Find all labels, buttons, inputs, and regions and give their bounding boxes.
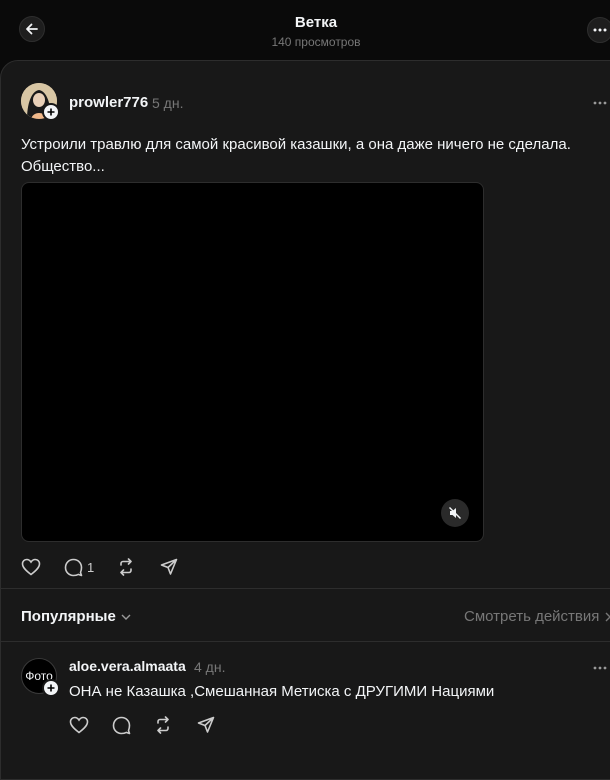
more-icon [593, 101, 607, 105]
view-activity-link[interactable]: Смотреть действия [464, 608, 610, 625]
reply-username[interactable]: aloe.vera.almaata [69, 658, 186, 674]
reply-text: ОНА не Казашка ,Смешанная Метиска с ДРУГ… [69, 683, 495, 700]
reply-count: 1 [87, 560, 95, 575]
follow-button[interactable] [42, 679, 60, 697]
sort-label: Популярные [21, 608, 116, 625]
more-icon [593, 28, 607, 32]
repost-button[interactable] [117, 558, 135, 576]
share-icon [197, 716, 215, 733]
view-count: 140 просмотров [271, 35, 361, 49]
view-activity-label: Смотреть действия [464, 608, 600, 625]
reply-repost-button[interactable] [154, 716, 172, 734]
heart-icon [21, 558, 41, 576]
top-bar: Ветка 140 просмотров [0, 0, 610, 60]
share-button[interactable] [160, 558, 178, 576]
repost-icon [120, 558, 132, 576]
comment-icon [112, 716, 131, 735]
post-more-button[interactable] [593, 92, 607, 110]
reply-more-button[interactable] [593, 657, 607, 675]
page-title: Ветка [294, 14, 338, 31]
plus-icon [47, 684, 55, 692]
reply-time: 4 дн. [194, 659, 226, 675]
post-username[interactable]: prowler776 [69, 94, 148, 111]
reply-share-button[interactable] [197, 716, 215, 734]
post-time: 5 дн. [152, 95, 184, 111]
plus-icon [47, 108, 55, 116]
sort-dropdown[interactable]: Популярные [21, 608, 131, 625]
divider [0, 588, 610, 589]
divider [0, 641, 610, 642]
post-video[interactable] [21, 182, 484, 542]
like-button[interactable] [21, 558, 41, 576]
chevron-down-icon [121, 614, 131, 620]
header-title-block: Ветка 140 просмотров [0, 14, 610, 50]
comment-icon [64, 558, 83, 577]
post-text: Устроили травлю для самой красивой казаш… [21, 136, 571, 175]
comment-button[interactable]: 1 [64, 558, 94, 577]
reply-like-button[interactable] [69, 716, 89, 734]
chevron-right-icon [605, 612, 610, 621]
follow-button[interactable] [42, 103, 60, 121]
more-icon [593, 666, 607, 670]
mute-icon [449, 507, 461, 519]
heart-icon [69, 716, 89, 734]
reply-comment-button[interactable] [112, 716, 131, 735]
mute-button[interactable] [441, 499, 469, 527]
header-more-button[interactable] [587, 17, 610, 43]
repost-icon [157, 716, 169, 734]
share-icon [160, 558, 178, 575]
